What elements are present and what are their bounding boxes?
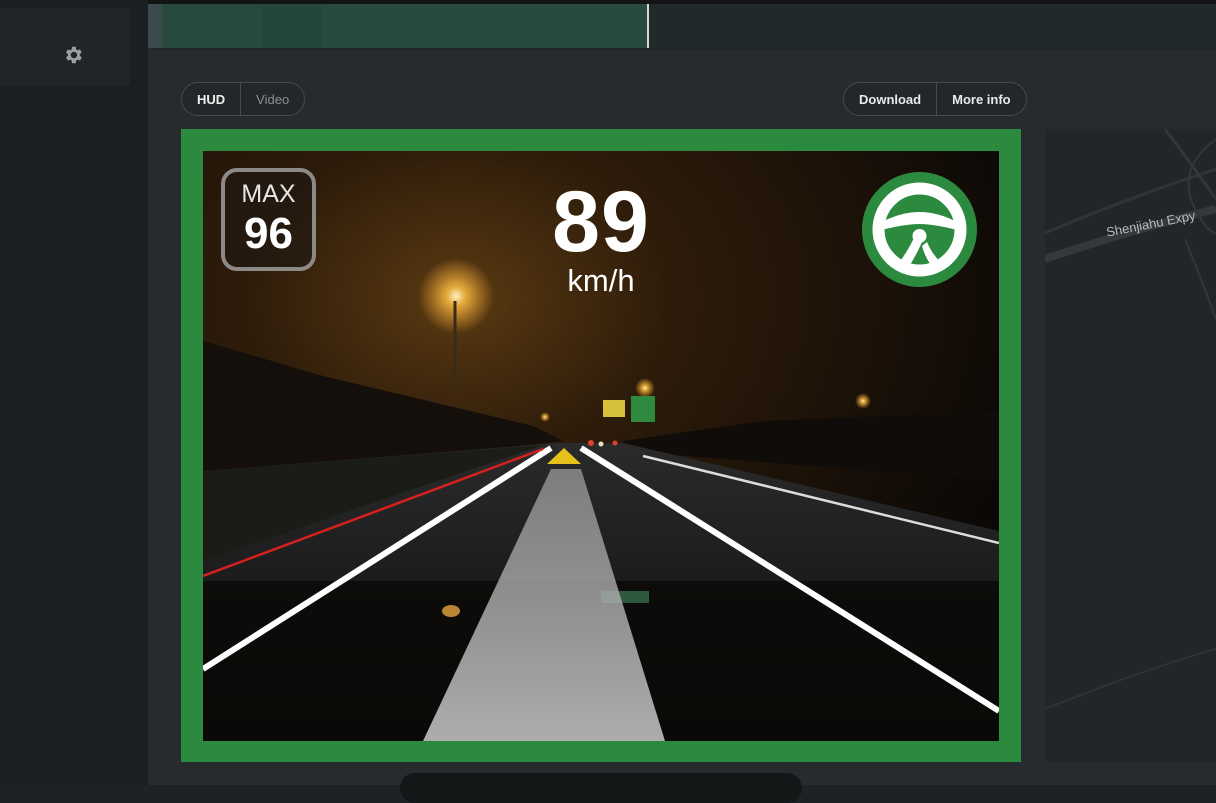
gear-icon[interactable]: [62, 44, 84, 66]
timeline[interactable]: [148, 0, 1216, 50]
timeline-segment: [148, 4, 162, 48]
dashcam-video[interactable]: MAX 96 89 km/h: [203, 151, 999, 741]
speedometer: 89 km/h: [501, 179, 701, 296]
timeline-segment: [262, 4, 322, 48]
hud-tab[interactable]: HUD: [182, 83, 240, 115]
max-speed-value: 96: [244, 209, 293, 258]
download-button[interactable]: Download: [844, 83, 936, 115]
more-info-button[interactable]: More info: [936, 83, 1026, 115]
map-panel[interactable]: Shenjiahu Expy: [1045, 129, 1216, 762]
action-buttons: Download More info: [843, 82, 1027, 116]
settings-panel: [0, 8, 130, 86]
timeline-playhead[interactable]: [647, 4, 649, 48]
steering-wheel-icon: [862, 172, 977, 287]
view-toggle: HUD Video: [181, 82, 306, 116]
current-speed: 89: [552, 174, 650, 270]
video-tab[interactable]: Video: [240, 83, 304, 115]
sidebar: [0, 0, 148, 785]
speed-unit: km/h: [567, 263, 635, 298]
hud-frame: MAX 96 89 km/h: [181, 129, 1021, 762]
timeline-segment: [162, 4, 262, 48]
timeline-segment: [322, 4, 647, 48]
timeline-segment: [649, 4, 1216, 48]
max-speed-sign: MAX 96: [221, 168, 316, 271]
max-speed-label: MAX: [241, 180, 296, 208]
playback-controls[interactable]: [400, 773, 802, 803]
